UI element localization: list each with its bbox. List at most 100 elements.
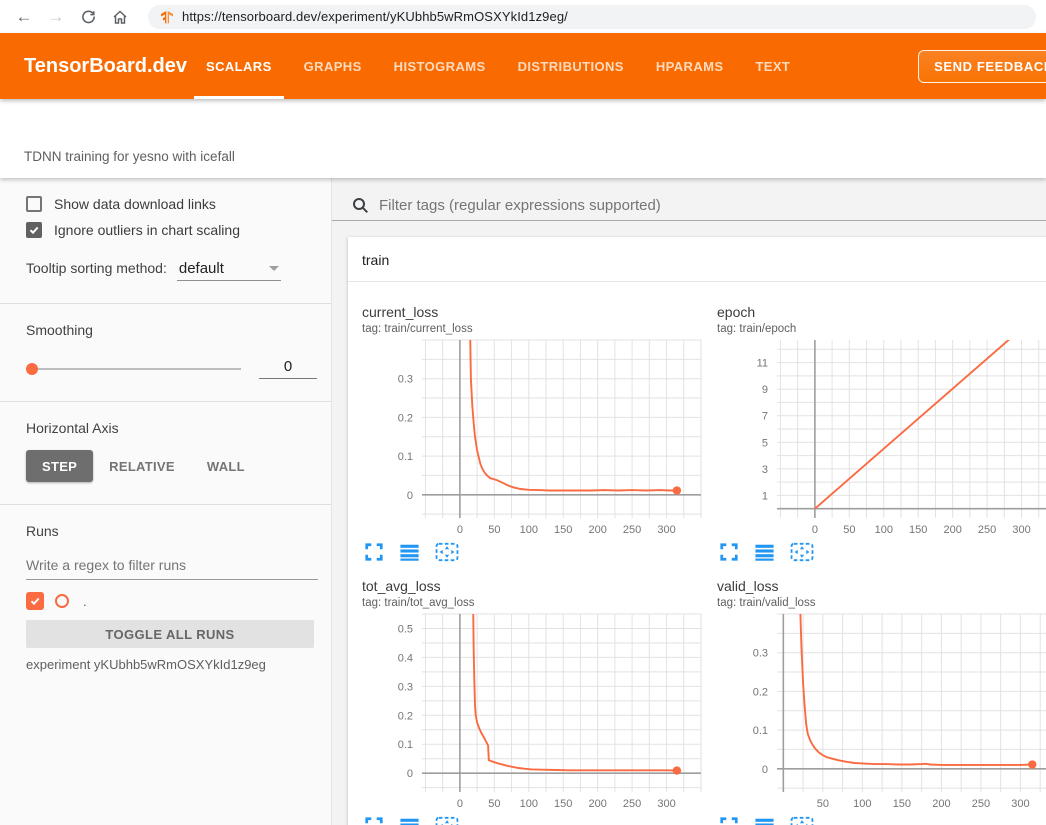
svg-text:100: 100 (853, 798, 871, 810)
svg-text:0: 0 (812, 524, 818, 536)
fit-domain-icon[interactable] (790, 542, 814, 564)
tab-graphs[interactable]: GRAPHS (292, 33, 374, 99)
tab-histograms[interactable]: HISTOGRAMS (382, 33, 498, 99)
run-checkbox[interactable] (26, 592, 44, 610)
tab-distributions[interactable]: DISTRIBUTIONS (506, 33, 636, 99)
url-bar[interactable]: https://tensorboard.dev/experiment/yKUbh… (148, 5, 1036, 29)
svg-text:9: 9 (762, 384, 768, 396)
svg-text:3: 3 (762, 464, 768, 476)
group-header-train[interactable]: train (348, 237, 1046, 282)
svg-text:150: 150 (909, 524, 927, 536)
svg-text:0.1: 0.1 (398, 739, 413, 751)
svg-text:250: 250 (623, 798, 641, 810)
back-icon[interactable]: ← (10, 4, 38, 30)
svg-text:200: 200 (588, 798, 606, 810)
smoothing-section: Smoothing 0 (0, 304, 331, 402)
runs-filter-input[interactable] (26, 553, 318, 580)
fullscreen-icon[interactable] (719, 542, 739, 564)
chart-cell-epoch: epochtag: train/epoch0501001502002503001… (717, 304, 1046, 564)
reload-icon[interactable] (74, 4, 102, 30)
tooltip-sorting-value: default (179, 260, 224, 277)
smoothing-value[interactable]: 0 (259, 358, 317, 379)
svg-text:200: 200 (943, 524, 961, 536)
tab-hparams[interactable]: HPARAMS (644, 33, 736, 99)
svg-text:300: 300 (1011, 798, 1029, 810)
axis-option-step[interactable]: STEP (26, 450, 93, 482)
svg-text:1: 1 (762, 490, 768, 502)
data-lines-icon[interactable] (399, 542, 420, 564)
svg-text:0.3: 0.3 (398, 374, 413, 386)
tooltip-sorting-select[interactable]: default (177, 260, 281, 281)
smoothing-slider-thumb[interactable] (26, 363, 38, 375)
tab-text[interactable]: TEXT (743, 33, 802, 99)
fullscreen-icon[interactable] (364, 542, 384, 564)
search-icon (352, 197, 369, 214)
axis-option-relative[interactable]: RELATIVE (93, 450, 191, 482)
fit-domain-icon[interactable] (435, 816, 459, 825)
show-download-links-checkbox[interactable] (26, 196, 42, 212)
chart-current_loss[interactable]: 05010015020025030000.10.20.3 (362, 339, 707, 537)
chart-tag: tag: train/current_loss (362, 323, 712, 335)
experiment-title: TDNN training for yesno with icefall (24, 149, 235, 164)
svg-text:0.2: 0.2 (753, 686, 768, 698)
chart-title: current_loss (362, 304, 712, 320)
show-download-links-row[interactable]: Show data download links (26, 196, 317, 212)
chart-title: epoch (717, 304, 1046, 320)
svg-text:100: 100 (520, 524, 538, 536)
chart-tot_avg_loss[interactable]: 05010015020025030000.10.20.30.40.5 (362, 613, 707, 811)
svg-text:250: 250 (978, 524, 996, 536)
chart-cell-tot_avg_loss: tot_avg_losstag: train/tot_avg_loss05010… (362, 578, 712, 825)
app-header: TensorBoard.dev SCALARSGRAPHSHISTOGRAMSD… (0, 33, 1046, 99)
tab-scalars[interactable]: SCALARS (194, 33, 284, 99)
fullscreen-icon[interactable] (719, 816, 739, 825)
svg-text:0.5: 0.5 (398, 623, 413, 635)
ignore-outliers-row[interactable]: Ignore outliers in chart scaling (26, 222, 317, 238)
svg-text:0.2: 0.2 (398, 710, 413, 722)
data-lines-icon[interactable] (754, 542, 775, 564)
horizontal-axis-label: Horizontal Axis (26, 420, 317, 436)
ignore-outliers-label: Ignore outliers in chart scaling (54, 222, 240, 238)
run-row: . (26, 592, 317, 610)
chart-title: valid_loss (717, 578, 1046, 594)
svg-text:7: 7 (762, 411, 768, 423)
chart-epoch[interactable]: 0501001502002503001357911 (717, 339, 1046, 537)
svg-text:50: 50 (843, 524, 855, 536)
data-lines-icon[interactable] (399, 816, 420, 825)
experiment-caption: experiment yKUbhb5wRmOSXYkId1z9eg (26, 657, 317, 672)
general-settings-section: Show data download links Ignore outliers… (0, 178, 331, 304)
chart-valid_loss[interactable]: 5010015020025030000.10.20.3 (717, 613, 1046, 811)
svg-text:0.1: 0.1 (398, 451, 413, 463)
runs-section: Runs . TOGGLE ALL RUNS experiment yKUbhb… (0, 505, 331, 694)
svg-text:0.3: 0.3 (753, 648, 768, 660)
send-feedback-button[interactable]: SEND FEEDBACK (918, 50, 1046, 83)
svg-text:150: 150 (893, 798, 911, 810)
svg-text:50: 50 (817, 798, 829, 810)
axis-option-wall[interactable]: WALL (191, 450, 261, 482)
svg-text:5: 5 (762, 437, 768, 449)
fit-domain-icon[interactable] (435, 542, 459, 564)
settings-sidebar: Show data download links Ignore outliers… (0, 178, 332, 825)
svg-text:300: 300 (657, 524, 675, 536)
fullscreen-icon[interactable] (364, 816, 384, 825)
tag-filter-input[interactable] (379, 197, 1046, 214)
toggle-all-runs-button[interactable]: TOGGLE ALL RUNS (26, 620, 314, 648)
chart-tag: tag: train/valid_loss (717, 597, 1046, 609)
svg-text:0.1: 0.1 (753, 725, 768, 737)
data-lines-icon[interactable] (754, 816, 775, 825)
forward-icon[interactable]: → (42, 4, 70, 30)
smoothing-slider[interactable] (26, 368, 241, 370)
svg-text:150: 150 (554, 524, 572, 536)
tooltip-sorting-label: Tooltip sorting method: (26, 260, 167, 276)
train-group-card: train current_loss tag: train/current_los… (348, 237, 1046, 825)
svg-text:0.4: 0.4 (398, 652, 413, 664)
axis-button-group: STEPRELATIVEWALL (26, 450, 317, 482)
app-logo: TensorBoard.dev (0, 55, 194, 78)
svg-text:300: 300 (657, 798, 675, 810)
tag-filter-row (332, 178, 1046, 221)
chart-actions (362, 542, 712, 564)
scalars-dashboard: train current_loss tag: train/current_los… (332, 178, 1046, 825)
home-icon[interactable] (106, 4, 134, 30)
fit-domain-icon[interactable] (790, 816, 814, 825)
ignore-outliers-checkbox[interactable] (26, 222, 42, 238)
svg-text:0.2: 0.2 (398, 412, 413, 424)
